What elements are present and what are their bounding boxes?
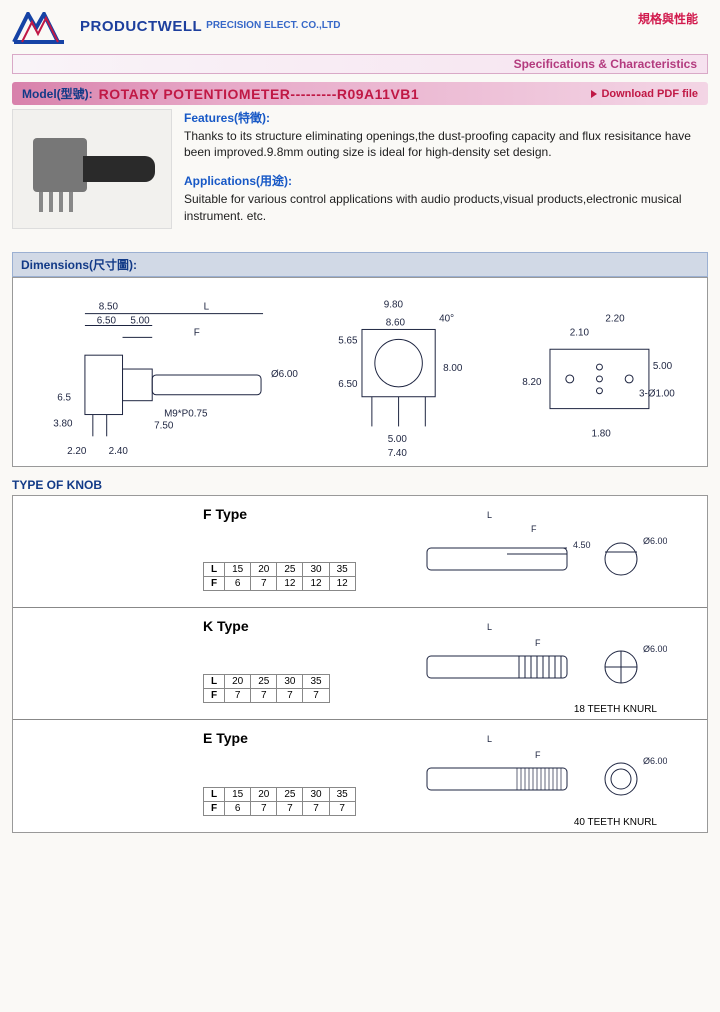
knob-table-f: L 1520253035 F 67121212 — [203, 562, 356, 591]
knob-title: F Type — [203, 506, 247, 522]
svg-text:8.50: 8.50 — [99, 301, 119, 312]
knob-types-box: F Type L 1520253035 F 67121212 L F — [12, 495, 708, 833]
svg-text:5.65: 5.65 — [338, 335, 358, 346]
model-bar: Model(型號): ROTARY POTENTIOMETER---------… — [12, 82, 708, 105]
knob-table-e: L 1520253035 F 67777 — [203, 787, 356, 816]
svg-text:5.00: 5.00 — [653, 361, 673, 372]
model-label: Model(型號): — [22, 85, 93, 102]
svg-text:5.00: 5.00 — [130, 315, 150, 326]
spec-char-bar: Specifications & Characteristics — [12, 54, 708, 74]
header-right: 規格與性能 — [638, 10, 708, 27]
knob-title: E Type — [203, 730, 248, 746]
play-icon — [591, 90, 597, 98]
knob-row-e: E Type L 1520253035 F 67777 — [13, 720, 707, 832]
knob-note-k: 18 TEETH KNURL — [574, 704, 657, 715]
svg-text:8.00: 8.00 — [443, 363, 463, 374]
company-name: PRODUCTWELL — [80, 18, 202, 35]
knob-title: K Type — [203, 618, 249, 634]
svg-text:2.20: 2.20 — [605, 313, 625, 324]
svg-text:8.60: 8.60 — [386, 317, 406, 328]
type-of-knob-head: TYPE OF KNOB — [12, 475, 708, 495]
svg-text:4.50: 4.50 — [573, 540, 591, 550]
svg-text:40°: 40° — [439, 313, 454, 324]
datasheet-page: PRODUCTWELL PRECISION ELECT. CO.,LTD 規格與… — [0, 0, 720, 1012]
svg-text:3.80: 3.80 — [53, 418, 73, 429]
features-head: Features(特徵): — [184, 109, 708, 126]
model-name: ROTARY POTENTIOMETER---------R09A11VB1 — [99, 86, 420, 102]
product-render — [12, 109, 172, 229]
svg-text:F: F — [531, 524, 537, 534]
svg-text:F: F — [194, 327, 200, 338]
svg-text:7.50: 7.50 — [154, 420, 174, 431]
svg-text:Ø6.00: Ø6.00 — [271, 369, 298, 380]
svg-text:Ø6.00: Ø6.00 — [643, 756, 667, 766]
zh-spec-label: 規格與性能 — [638, 10, 698, 27]
svg-text:7.40: 7.40 — [388, 448, 408, 459]
svg-text:L: L — [487, 734, 492, 744]
knob-row-k: K Type L 20253035 F 7777 — [13, 608, 707, 720]
intro-row: Features(特徵): Thanks to its structure el… — [12, 109, 708, 236]
svg-text:M9*P0.75: M9*P0.75 — [164, 408, 208, 419]
svg-text:8.20: 8.20 — [522, 377, 542, 388]
svg-text:F: F — [535, 638, 541, 648]
svg-text:2.40: 2.40 — [109, 446, 129, 457]
svg-text:6.5: 6.5 — [57, 392, 71, 403]
knob-table-k: L 20253035 F 7777 — [203, 674, 330, 703]
svg-text:F: F — [535, 750, 541, 760]
svg-text:3-Ø1.00: 3-Ø1.00 — [639, 388, 675, 399]
svg-text:Ø6.00: Ø6.00 — [643, 644, 667, 654]
company-logo — [12, 10, 74, 52]
svg-text:9.80: 9.80 — [384, 299, 404, 310]
svg-text:6.50: 6.50 — [97, 315, 117, 326]
svg-text:1.80: 1.80 — [592, 428, 612, 439]
download-label: Download PDF file — [601, 88, 698, 100]
svg-text:L: L — [487, 622, 492, 632]
download-pdf-link[interactable]: Download PDF file — [591, 88, 698, 100]
applications-head: Applications(用途): — [184, 172, 708, 189]
knob-diagram-k: L F Ø6.00 — [407, 616, 667, 710]
intro-text: Features(特徵): Thanks to its structure el… — [184, 109, 708, 236]
svg-text:L: L — [204, 301, 210, 312]
dimensions-head: Dimensions(尺寸圖): — [12, 252, 708, 277]
applications-body: Suitable for various control application… — [184, 191, 708, 223]
company-subtitle: PRECISION ELECT. CO.,LTD — [206, 20, 340, 31]
knob-diagram-f: L F 4.50 Ø6.00 — [407, 504, 667, 598]
knob-diagram-e: L F Ø6.00 — [407, 728, 667, 822]
svg-text:L: L — [487, 510, 492, 520]
svg-text:5.00: 5.00 — [388, 434, 408, 445]
header: PRODUCTWELL PRECISION ELECT. CO.,LTD 規格與… — [12, 10, 708, 52]
svg-text:6.50: 6.50 — [338, 379, 358, 390]
svg-text:2.20: 2.20 — [67, 446, 87, 457]
knob-note-e: 40 TEETH KNURL — [574, 817, 657, 828]
features-body: Thanks to its structure eliminating open… — [184, 128, 708, 160]
svg-text:2.10: 2.10 — [570, 327, 590, 338]
svg-text:Ø6.00: Ø6.00 — [643, 536, 667, 546]
dimensions-drawing: 8.50 L 6.50 5.00 F Ø6.00 6.5 3.80 2.20 2… — [12, 277, 708, 467]
knob-row-f: F Type L 1520253035 F 67121212 L F — [13, 496, 707, 608]
